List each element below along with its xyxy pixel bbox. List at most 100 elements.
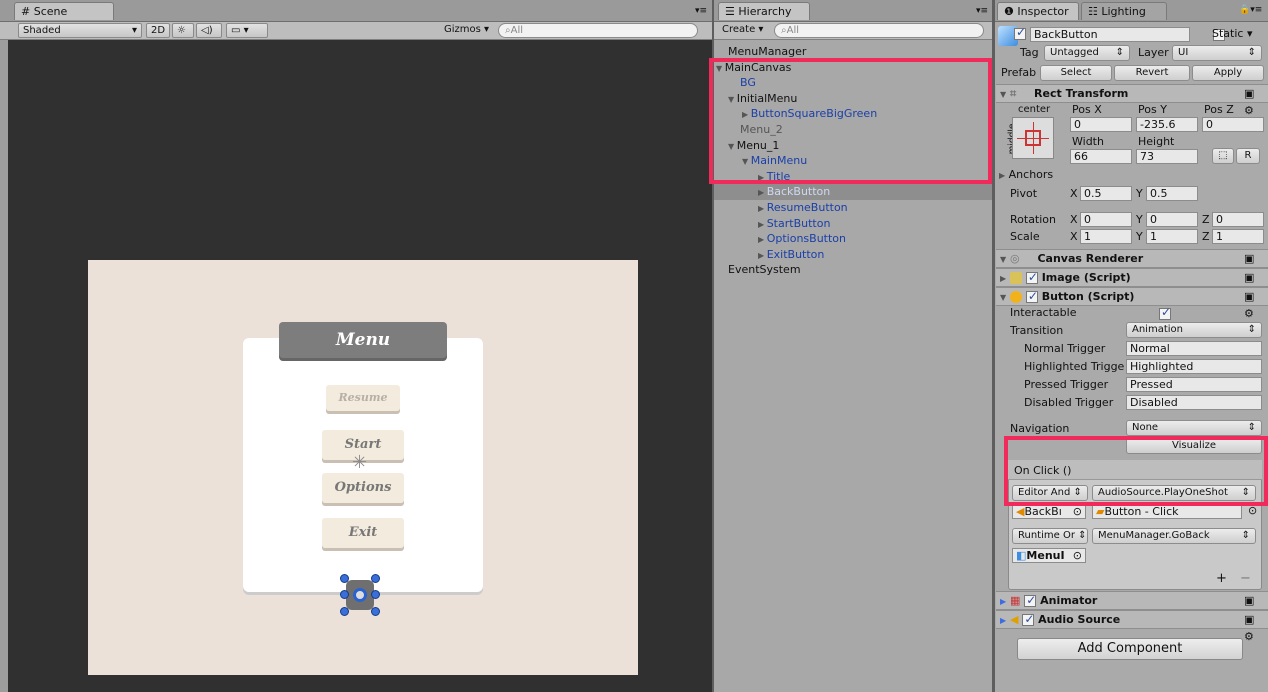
scale-z-field[interactable]: 1 — [1212, 229, 1264, 244]
tab-lighting[interactable]: ☷ Lighting — [1081, 2, 1167, 20]
resize-handle-bl[interactable] — [340, 607, 349, 616]
interactable-checkbox[interactable] — [1159, 305, 1171, 320]
hierarchy-item[interactable]: EventSystem — [714, 262, 992, 278]
audio-toggle-icon[interactable]: ◁) — [196, 23, 222, 38]
blueprint-mode-button[interactable]: ⬚ — [1212, 148, 1234, 164]
prefab-apply-button[interactable]: Apply — [1192, 65, 1264, 81]
scale-y-field[interactable]: 1 — [1146, 229, 1198, 244]
prefab-revert-button[interactable]: Revert — [1114, 65, 1190, 81]
lighting-toggle-icon[interactable]: ☼ — [172, 23, 194, 38]
game-options-button[interactable]: Options — [322, 473, 404, 503]
audio-source-header[interactable]: ▶ ◀ Audio Source ▣ ⚙ — [996, 610, 1268, 643]
pos-x-field[interactable]: 0 — [1070, 117, 1132, 132]
tab-inspector[interactable]: ❶ Inspector — [997, 2, 1079, 20]
rot-x-field[interactable]: 0 — [1080, 212, 1132, 227]
rect-transform-header[interactable]: ▼ ⌗ Rect Transform ▣ ⚙ — [996, 84, 1268, 117]
raw-edit-button[interactable]: R — [1236, 148, 1260, 164]
component-settings-icon[interactable]: ▣ ⚙ — [1244, 85, 1268, 119]
hierarchy-item[interactable]: ▶ ResumeButton — [714, 200, 992, 216]
image-script-header[interactable]: ▶ Image (Script) ▣ ⚙ — [996, 268, 1268, 301]
collapse-arrow-icon[interactable]: ▶ — [758, 220, 767, 229]
mode-2d-button[interactable]: 2D — [146, 23, 170, 38]
scale-x-field[interactable]: 1 — [1080, 229, 1132, 244]
create-dropdown[interactable]: Create ▾ — [718, 23, 770, 38]
animator-enabled-checkbox[interactable] — [1024, 592, 1036, 609]
height-label: Height — [1138, 135, 1175, 148]
layer-label: Layer — [1138, 46, 1169, 59]
button-enabled-checkbox[interactable] — [1025, 288, 1038, 305]
remove-event-button[interactable]: − — [1240, 571, 1251, 586]
game-exit-button[interactable]: Exit — [322, 518, 404, 548]
image-enabled-checkbox[interactable] — [1025, 269, 1038, 286]
pos-z-field[interactable]: 0 — [1202, 117, 1264, 132]
event2-object-field[interactable]: ◧MenuI ⊙ — [1012, 548, 1086, 563]
object-name-field[interactable]: BackButton — [1030, 27, 1190, 42]
prefab-select-button[interactable]: Select — [1040, 65, 1112, 81]
hierarchy-item[interactable]: ▶ OptionsButton — [714, 231, 992, 247]
hierarchy-item[interactable]: ▶ StartButton — [714, 216, 992, 232]
active-checkbox[interactable] — [1014, 25, 1026, 40]
object-picker-icon[interactable]: ⊙ — [1073, 549, 1082, 562]
tab-hierarchy[interactable]: ☰ Hierarchy — [718, 2, 810, 20]
collapse-arrow-icon[interactable]: ▶ — [758, 235, 767, 244]
hierarchy-item[interactable]: ▶ BackButton — [714, 184, 992, 201]
scene-toolbar: Shaded ▾ 2D ☼ ◁) ▭ ▾ Gizmos ▾ ⌕All — [0, 22, 712, 40]
width-label: Width — [1072, 135, 1104, 148]
layer-dropdown[interactable]: UI ⇕ — [1172, 45, 1262, 61]
panel-menu-icon[interactable]: ▾≡ — [695, 6, 707, 16]
anchors-foldout[interactable]: ▶ Anchors — [999, 168, 1053, 181]
resize-handle-r[interactable] — [371, 590, 380, 599]
resize-handle-tr[interactable] — [371, 574, 380, 583]
component-settings-icon[interactable]: ▣ ⚙ — [1244, 288, 1268, 322]
animator-icon: ▦ — [1010, 594, 1021, 607]
event2-mode-dropdown[interactable]: Runtime Or ⇕ — [1012, 528, 1088, 544]
highlight-box-hierarchy — [709, 58, 992, 184]
animator-header[interactable]: ▶ ▦ Animator ▣ ⚙ — [996, 591, 1268, 624]
tab-scene[interactable]: # Scene — [14, 2, 114, 20]
collapse-arrow-icon[interactable]: ▶ — [758, 204, 767, 213]
normal-trigger-field[interactable]: Normal — [1126, 341, 1262, 356]
component-settings-icon[interactable]: ▣ ⚙ — [1244, 611, 1268, 645]
rot-z-field[interactable]: 0 — [1212, 212, 1264, 227]
event1-object-field[interactable]: ◀BackBı ⊙ — [1012, 504, 1086, 519]
transition-dropdown[interactable]: Animation ⇕ — [1126, 322, 1262, 338]
gizmos-dropdown[interactable]: Gizmos ▾ — [440, 23, 496, 38]
add-event-button[interactable]: + — [1216, 571, 1227, 586]
rot-z-label: Z — [1202, 213, 1210, 226]
add-component-button[interactable]: Add Component — [1017, 638, 1243, 660]
anchor-preset-button[interactable] — [1012, 117, 1054, 159]
resize-handle-l[interactable] — [340, 590, 349, 599]
scene-search-input[interactable]: ⌕All — [498, 23, 698, 38]
back-button-selection[interactable] — [340, 574, 380, 616]
shading-dropdown[interactable]: Shaded ▾ — [18, 23, 142, 38]
rot-y-field[interactable]: 0 — [1146, 212, 1198, 227]
canvas-renderer-header[interactable]: ▼ ◎ Canvas Renderer ▣ ⚙ — [996, 249, 1268, 282]
pressed-trigger-field[interactable]: Pressed — [1126, 377, 1262, 392]
panel-menu-icon[interactable]: ▾≡ — [976, 6, 988, 16]
width-field[interactable]: 66 — [1070, 149, 1132, 164]
event1-argument-field[interactable]: ▰Button - Click — [1092, 504, 1242, 519]
audio-source-enabled-checkbox[interactable] — [1022, 611, 1034, 628]
lock-icon[interactable]: 🔒▾≡ — [1239, 5, 1262, 15]
pos-y-field[interactable]: -235.6 — [1136, 117, 1198, 132]
event2-function-dropdown[interactable]: MenuManager.GoBack ⇕ — [1092, 528, 1256, 544]
scene-view[interactable]: Menu Resume Start Options Exit ✳ — [0, 40, 712, 692]
pivot-y-field[interactable]: 0.5 — [1146, 186, 1198, 201]
hierarchy-item[interactable]: ▶ ExitButton — [714, 247, 992, 263]
scale-label: Scale — [1010, 230, 1040, 243]
collapse-arrow-icon[interactable]: ▶ — [758, 188, 767, 197]
button-script-header[interactable]: ▼ Button (Script) ▣ ⚙ — [996, 287, 1268, 320]
tag-dropdown[interactable]: Untagged ⇕ — [1044, 45, 1130, 61]
game-resume-button[interactable]: Resume — [326, 385, 400, 411]
object-picker-icon[interactable]: ⊙ — [1073, 505, 1082, 518]
resize-handle-tl[interactable] — [340, 574, 349, 583]
resize-handle-br[interactable] — [371, 607, 380, 616]
navigation-dropdown[interactable]: None ⇕ — [1126, 420, 1262, 436]
pivot-x-field[interactable]: 0.5 — [1080, 186, 1132, 201]
height-field[interactable]: 73 — [1136, 149, 1198, 164]
hierarchy-search-input[interactable]: ⌕All — [774, 23, 984, 38]
collapse-arrow-icon[interactable]: ▶ — [758, 251, 767, 260]
highlighted-trigger-field[interactable]: Highlighted — [1126, 359, 1262, 374]
effects-dropdown-icon[interactable]: ▭ ▾ — [226, 23, 268, 38]
disabled-trigger-field[interactable]: Disabled — [1126, 395, 1262, 410]
